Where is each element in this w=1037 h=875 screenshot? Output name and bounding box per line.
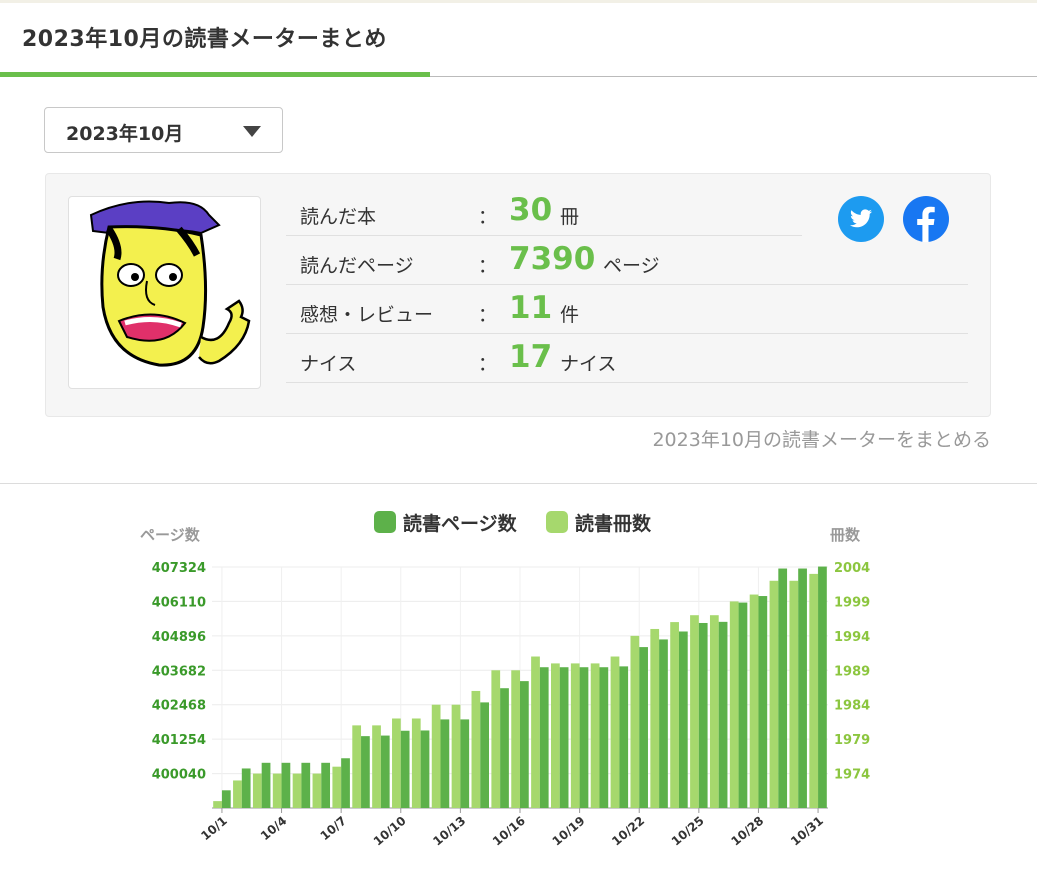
pages-bar <box>579 667 589 808</box>
books-bar <box>372 725 381 808</box>
books-bar <box>272 773 282 808</box>
pages-bar <box>400 730 410 808</box>
books-bar <box>610 656 620 808</box>
pages-bar <box>361 736 370 808</box>
pages-bar <box>321 762 331 808</box>
y-right-tick-label: 1984 <box>834 699 870 714</box>
books-bar <box>650 628 660 808</box>
books-bar <box>252 773 262 808</box>
y-right-tick-label: 1989 <box>834 664 870 679</box>
books-bar <box>670 622 679 808</box>
books-bar <box>471 690 481 808</box>
books-bar <box>749 594 759 808</box>
pages-bar <box>520 681 529 808</box>
x-tick-label: 10/13 <box>430 814 468 849</box>
books-bar <box>392 718 401 808</box>
books-bar <box>352 725 362 808</box>
y-right-tick-label: 1974 <box>834 768 870 783</box>
y-left-tick-label: 403682 <box>152 664 206 679</box>
books-bar <box>630 635 640 808</box>
pages-bar <box>559 667 569 808</box>
pages-bar <box>440 719 450 808</box>
books-bar <box>690 615 699 808</box>
pages-bar <box>718 621 728 808</box>
pages-bar <box>758 596 768 808</box>
books-bar <box>789 580 799 808</box>
pages-bar <box>678 631 688 808</box>
pages-bar <box>221 790 231 808</box>
x-tick-label: 10/31 <box>788 814 826 849</box>
books-bar <box>590 663 600 808</box>
pages-bar <box>698 622 708 808</box>
pages-bar <box>261 762 271 808</box>
y-left-tick-label: 407324 <box>152 561 206 576</box>
pages-bar <box>281 762 291 808</box>
pages-bar <box>480 702 490 808</box>
x-tick-label: 10/19 <box>550 814 588 849</box>
y-left-tick-label: 400040 <box>152 768 206 783</box>
y-left-tick-label: 404896 <box>152 630 206 645</box>
books-bar <box>729 601 739 808</box>
pages-bar <box>639 647 648 808</box>
pages-bar <box>539 667 549 808</box>
pages-bar <box>301 762 311 808</box>
y-left-tick-label: 406110 <box>152 595 206 610</box>
x-tick-label: 10/16 <box>490 814 528 849</box>
books-bar <box>709 615 719 808</box>
pages-bar <box>778 568 788 808</box>
x-tick-label: 10/1 <box>198 814 230 844</box>
y-left-tick-label: 401254 <box>152 733 206 748</box>
books-bar <box>411 718 421 808</box>
books-bar <box>550 663 560 808</box>
pages-bar <box>798 568 807 808</box>
y-left-tick-label: 402468 <box>152 699 206 714</box>
y-right-tick-label: 1994 <box>834 630 870 645</box>
pages-bar <box>460 719 470 808</box>
x-tick-label: 10/22 <box>609 814 647 849</box>
books-bar <box>531 656 540 808</box>
books-bar <box>332 766 342 808</box>
y-right-tick-label: 1979 <box>834 733 870 748</box>
pages-bar <box>599 667 609 808</box>
x-tick-label: 10/7 <box>318 814 350 844</box>
y-right-tick-label: 2004 <box>834 561 870 576</box>
reading-chart: 400040 1974 401254 1979 402468 1984 403682 1989… <box>152 561 870 849</box>
x-tick-label: 10/25 <box>669 814 707 849</box>
books-bar <box>312 773 322 808</box>
books-bar <box>570 663 580 808</box>
pages-bar <box>619 666 629 808</box>
books-bar <box>809 573 819 808</box>
pages-bar <box>659 639 668 808</box>
y-right-tick-label: 1999 <box>834 595 870 610</box>
books-bar <box>233 780 242 808</box>
pages-bar <box>738 602 748 808</box>
pages-bar <box>380 735 390 808</box>
pages-bar <box>500 688 509 808</box>
x-tick-label: 10/4 <box>258 814 290 844</box>
books-bar <box>213 801 222 808</box>
x-tick-label: 10/28 <box>728 814 766 849</box>
pages-bar <box>341 758 350 808</box>
x-tick-label: 10/10 <box>371 814 409 849</box>
books-bar <box>451 704 461 808</box>
pages-bar <box>818 566 827 808</box>
pages-bar <box>241 768 251 808</box>
books-bar <box>292 773 302 808</box>
books-bar <box>769 580 779 808</box>
pages-bar <box>420 730 430 808</box>
books-bar <box>431 704 441 808</box>
books-bar <box>511 670 520 808</box>
books-bar <box>491 670 501 808</box>
